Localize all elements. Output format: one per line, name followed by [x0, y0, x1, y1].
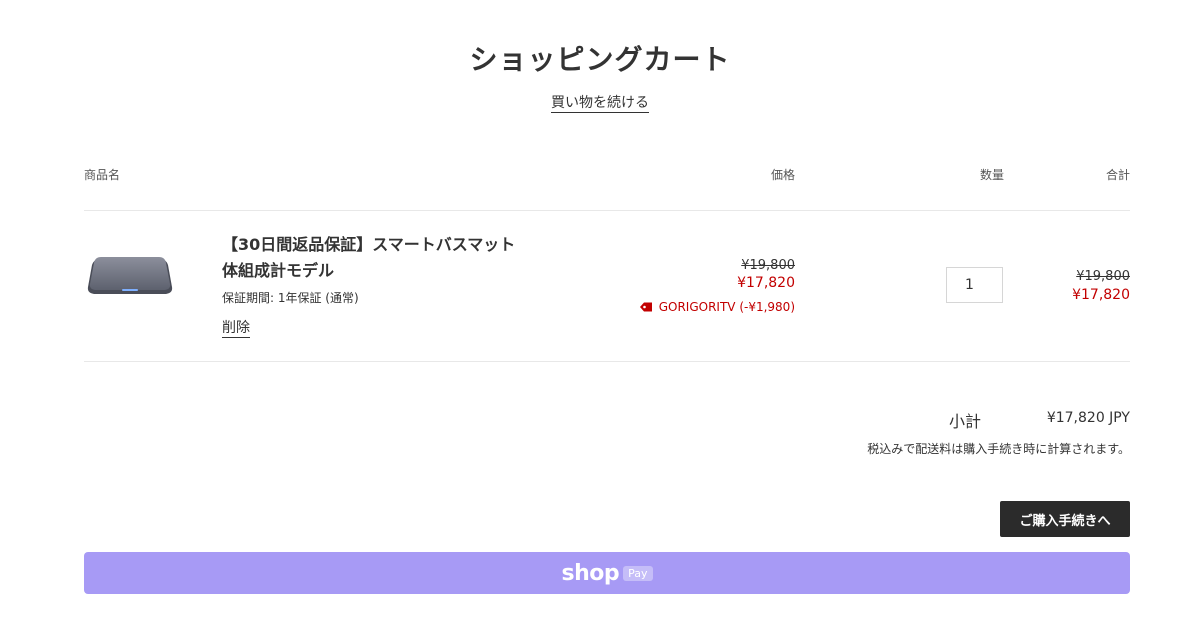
product-title-line2: 体組成計モデル	[222, 261, 335, 280]
product-title[interactable]: 【30日間返品保証】スマートバスマット 体組成計モデル	[222, 232, 542, 284]
tax-shipping-note: 税込みで配送料は購入手続き時に計算されます。	[867, 442, 1130, 456]
product-warranty: 保証期間: 1年保証 (通常)	[222, 291, 359, 305]
subtotal-value: ¥17,820 JPY	[1046, 410, 1130, 426]
quantity-input[interactable]	[946, 267, 1003, 303]
remove-item-link[interactable]: 削除	[222, 320, 250, 338]
discount-label: GORIGORITV (-¥1,980)	[658, 300, 795, 314]
table-top-divider	[84, 210, 1130, 211]
tag-icon	[639, 302, 652, 312]
header-product: 商品名	[84, 168, 121, 182]
table-bottom-divider	[84, 361, 1130, 362]
shop-pay-badge: Pay	[623, 565, 653, 581]
product-image[interactable]	[86, 251, 174, 301]
header-price: 価格	[770, 168, 795, 182]
subtotal-label: 小計	[949, 412, 982, 431]
shop-pay-logo: shop	[561, 560, 620, 586]
continue-shopping-link[interactable]: 買い物を続ける	[551, 95, 649, 113]
checkout-button[interactable]: ご購入手続きへ	[1000, 501, 1130, 537]
page-title: ショッピングカート	[469, 43, 731, 76]
shop-pay-button[interactable]: shop Pay	[84, 552, 1130, 594]
header-total: 合計	[1105, 168, 1130, 182]
price-original: ¥19,800	[741, 258, 795, 273]
line-total-discounted: ¥17,820	[1072, 287, 1130, 303]
discount-code: GORIGORITV (-¥1,980)	[639, 300, 795, 314]
continue-shopping-container: 買い物を続ける	[0, 92, 1200, 113]
price-discounted: ¥17,820	[737, 275, 795, 291]
line-total-original: ¥19,800	[1076, 269, 1130, 284]
header-quantity: 数量	[979, 168, 1004, 182]
product-title-line1: 【30日間返品保証】スマートバスマット	[222, 235, 516, 254]
